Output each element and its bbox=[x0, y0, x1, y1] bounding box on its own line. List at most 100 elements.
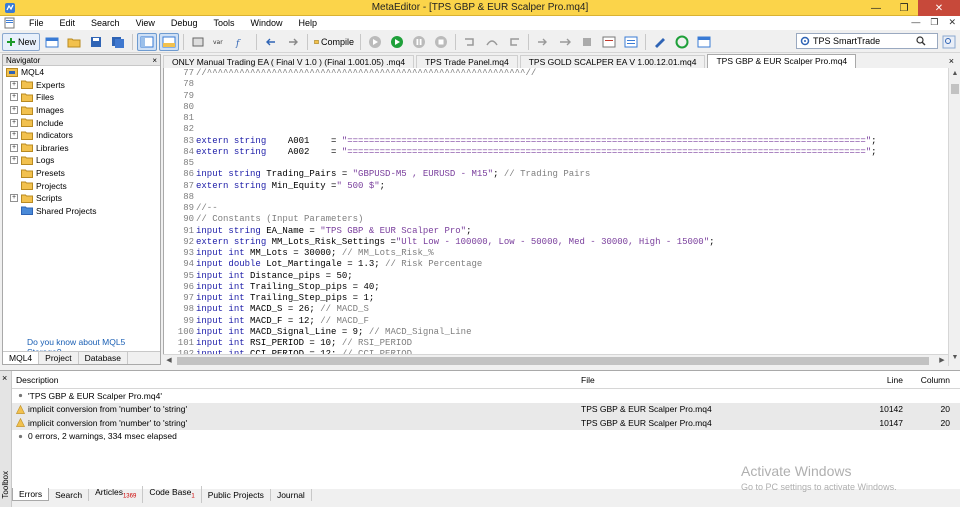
step-over-button[interactable] bbox=[482, 33, 502, 51]
help-search-icon[interactable] bbox=[942, 35, 956, 49]
expand-plus-icon[interactable]: + bbox=[10, 106, 18, 115]
toggle-breakpoint-button[interactable] bbox=[555, 33, 575, 51]
search-input[interactable] bbox=[813, 36, 913, 46]
pause-button[interactable] bbox=[409, 33, 429, 51]
nav-tab-mql4[interactable]: MQL4 bbox=[3, 352, 40, 364]
mql5-storage-button[interactable] bbox=[650, 33, 670, 51]
column-description[interactable]: Description bbox=[12, 375, 577, 385]
vertical-scrollbar[interactable]: ▲ ▼ bbox=[948, 68, 960, 366]
remove-breakpoints-button[interactable] bbox=[577, 33, 597, 51]
mdi-close-button[interactable]: ✕ bbox=[948, 17, 956, 28]
navigator-close-button[interactable]: × bbox=[152, 56, 157, 65]
code-line[interactable]: 99 input int MACD_F = 12; // MACD_F bbox=[164, 316, 948, 327]
horizontal-scrollbar[interactable]: ◀ ▶ bbox=[163, 354, 948, 366]
start-debug-button[interactable] bbox=[387, 33, 407, 51]
new-button[interactable]: New bbox=[2, 32, 40, 51]
code-line[interactable]: 87 extern string Min_Equity =" 500 $"; bbox=[164, 181, 948, 192]
expand-plus-icon[interactable]: + bbox=[10, 80, 18, 89]
terminal-button[interactable] bbox=[694, 33, 714, 51]
minimize-button[interactable]: — bbox=[862, 0, 890, 16]
toolbox-tab-code-base[interactable]: Code Base1 bbox=[143, 486, 202, 503]
code-line[interactable]: 89//-- bbox=[164, 203, 948, 214]
tree-item-scripts[interactable]: + Scripts bbox=[3, 192, 160, 205]
mdi-restore-button[interactable]: ❐ bbox=[930, 17, 938, 28]
tab-tps-gold-scalper[interactable]: TPS GOLD SCALPER EA V 1.00.12.01.mq4 bbox=[519, 55, 706, 68]
code-line[interactable]: 86 input string Trading_Pairs = "GBPUSD-M… bbox=[164, 169, 948, 180]
table-row[interactable]: 0 errors, 2 warnings, 334 msec elapsed bbox=[12, 430, 960, 444]
save-all-button[interactable] bbox=[108, 33, 128, 51]
column-line[interactable]: Line bbox=[849, 375, 907, 385]
column-file[interactable]: File bbox=[577, 375, 849, 385]
expand-plus-icon[interactable]: + bbox=[10, 131, 18, 140]
close-tab-button[interactable]: × bbox=[949, 56, 954, 66]
tree-item-files[interactable]: + Files bbox=[3, 91, 160, 104]
close-button[interactable]: ✕ bbox=[918, 0, 960, 16]
watch-window-button[interactable] bbox=[621, 33, 641, 51]
code-line[interactable]: 98 input int MACD_S = 26; // MACD_S bbox=[164, 304, 948, 315]
toolbox-tab-errors[interactable]: Errors bbox=[12, 488, 50, 501]
tree-item-logs[interactable]: + Logs bbox=[3, 154, 160, 167]
nav-tab-project[interactable]: Project bbox=[39, 352, 79, 364]
back-button[interactable] bbox=[261, 33, 281, 51]
code-line[interactable]: 83 extern string A001 = "================… bbox=[164, 136, 948, 147]
tab-tps-gbp-eur-scalper[interactable]: TPS GBP & EUR Scalper Pro.mq4 bbox=[707, 54, 857, 68]
add-watch-button[interactable] bbox=[599, 33, 619, 51]
code-editor[interactable]: 77//^^^^^^^^^^^^^^^^^^^^^^^^^^^^^^^^^^^^… bbox=[163, 68, 948, 354]
tree-item-mql4[interactable]: MQL4 bbox=[3, 66, 160, 79]
scroll-left-arrow-icon[interactable]: ◀ bbox=[163, 355, 175, 367]
stop-button[interactable] bbox=[431, 33, 451, 51]
tab-only-manual-trading-ea[interactable]: ONLY Manual Trading EA ( Final V 1.0 ) (… bbox=[163, 55, 415, 68]
tree-item-images[interactable]: + Images bbox=[3, 104, 160, 117]
menu-tools[interactable]: Tools bbox=[205, 16, 242, 30]
code-line[interactable]: 93 input int MM_Lots = 30000; // MM_Lots_… bbox=[164, 248, 948, 259]
tree-item-shared-projects[interactable]: Shared Projects bbox=[3, 205, 160, 218]
mdi-minimize-button[interactable]: — bbox=[911, 17, 920, 28]
maximize-button[interactable]: ❐ bbox=[890, 0, 918, 16]
table-row[interactable]: implicit conversion from 'number' to 'st… bbox=[12, 402, 960, 416]
code-line[interactable]: 80 bbox=[164, 102, 948, 113]
open-button[interactable] bbox=[64, 33, 84, 51]
code-line[interactable]: 78 bbox=[164, 79, 948, 90]
code-line[interactable]: 100 input int MACD_Signal_Line = 9; // MA… bbox=[164, 327, 948, 338]
menu-view[interactable]: View bbox=[128, 16, 163, 30]
step-into-button[interactable] bbox=[460, 33, 480, 51]
search-icon[interactable] bbox=[916, 36, 926, 46]
toolbox-tab-public-projects[interactable]: Public Projects bbox=[202, 488, 271, 501]
menu-window[interactable]: Window bbox=[242, 16, 290, 30]
compile-button[interactable]: Compile bbox=[312, 33, 356, 51]
expand-plus-icon[interactable]: + bbox=[10, 143, 18, 152]
expand-plus-icon[interactable]: + bbox=[10, 194, 18, 203]
new-project-button[interactable] bbox=[42, 33, 62, 51]
expand-plus-icon[interactable]: + bbox=[10, 93, 18, 102]
document-icon[interactable] bbox=[3, 17, 17, 29]
scroll-down-arrow-icon[interactable]: ▼ bbox=[949, 354, 960, 364]
tree-item-experts[interactable]: + Experts bbox=[3, 79, 160, 92]
toolbox-tab-search[interactable]: Search bbox=[49, 488, 90, 501]
insert-variable-button[interactable]: var bbox=[210, 33, 230, 51]
horizontal-scroll-thumb[interactable] bbox=[177, 357, 929, 365]
styler-button[interactable] bbox=[188, 33, 208, 51]
menu-file[interactable]: File bbox=[21, 16, 52, 30]
scroll-up-arrow-icon[interactable]: ▲ bbox=[949, 70, 960, 80]
vertical-scroll-thumb[interactable] bbox=[951, 84, 959, 94]
column-column[interactable]: Column bbox=[907, 375, 960, 385]
menu-search[interactable]: Search bbox=[83, 16, 128, 30]
toolbox-tab-journal[interactable]: Journal bbox=[271, 488, 312, 501]
code-line[interactable]: 90// Constants (Input Parameters) bbox=[164, 214, 948, 225]
insert-function-button[interactable]: f bbox=[232, 33, 252, 51]
code-line[interactable]: 84 extern string A002 = "================… bbox=[164, 147, 948, 158]
code-line[interactable]: 77//^^^^^^^^^^^^^^^^^^^^^^^^^^^^^^^^^^^^… bbox=[164, 68, 948, 79]
code-line[interactable]: 82 bbox=[164, 124, 948, 135]
code-line[interactable]: 79 bbox=[164, 91, 948, 102]
toolbox-close-button[interactable]: × bbox=[2, 373, 7, 383]
save-button[interactable] bbox=[86, 33, 106, 51]
code-line[interactable]: 94 input double Lot_Martingale = 1.3; // … bbox=[164, 259, 948, 270]
menu-help[interactable]: Help bbox=[290, 16, 325, 30]
tree-item-libraries[interactable]: + Libraries bbox=[3, 142, 160, 155]
toggle-toolbox-button[interactable] bbox=[159, 32, 179, 51]
code-line[interactable]: 101 input int RSI_PERIOD = 10; // RSI_PER… bbox=[164, 338, 948, 349]
code-line[interactable]: 97 input int Trailing_Step_pips = 1; bbox=[164, 293, 948, 304]
toggle-navigator-button[interactable] bbox=[137, 32, 157, 51]
step-out-button[interactable] bbox=[504, 33, 524, 51]
run-to-cursor-button[interactable] bbox=[533, 33, 553, 51]
